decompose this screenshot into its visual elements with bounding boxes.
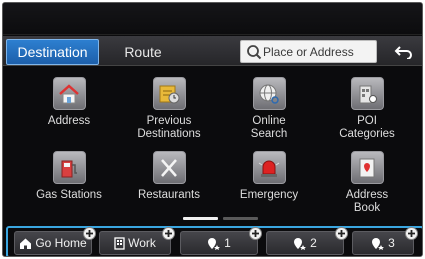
house-icon	[52, 77, 86, 110]
poi-building-icon	[350, 77, 384, 110]
menu-item-emergency[interactable]: Emergency	[225, 151, 313, 202]
back-arrow-icon	[394, 45, 412, 59]
work-button[interactable]: Work	[99, 227, 175, 255]
plus-icon[interactable]	[335, 227, 348, 240]
menu-item-label: Online Search	[250, 115, 288, 140]
page-indicator[interactable]	[223, 217, 258, 220]
favorite-2-button[interactable]: 2	[266, 227, 348, 255]
emergency-light-icon	[252, 151, 286, 184]
favorite-label: Work	[128, 236, 156, 250]
plus-icon[interactable]	[405, 227, 418, 240]
previous-destinations-icon	[152, 77, 186, 110]
address-book-icon	[350, 151, 384, 184]
search-box[interactable]	[240, 40, 377, 63]
page-indicator-active	[183, 217, 218, 220]
favorites-bar: Go Home Work 1 2 3	[6, 226, 422, 256]
menu-item-label: Emergency	[239, 189, 299, 201]
menu-item-label: POI Categories	[339, 115, 395, 140]
back-button[interactable]	[387, 40, 420, 63]
menu-item-gas-stations[interactable]: Gas Stations	[25, 151, 113, 202]
plus-icon[interactable]	[83, 227, 96, 240]
menu-item-label: Gas Stations	[36, 189, 102, 201]
globe-search-icon	[252, 77, 286, 110]
search-input[interactable]	[263, 41, 375, 62]
favorite-pin-icon	[372, 237, 385, 250]
go-home-button[interactable]: Go Home	[14, 227, 96, 255]
menu-item-poi-categories[interactable]: POI Categories	[323, 77, 411, 141]
menu-item-label: Previous Destinations	[137, 115, 201, 140]
office-building-icon	[114, 236, 125, 250]
favorite-label: 2	[310, 236, 317, 250]
plus-icon[interactable]	[162, 227, 175, 240]
tab-destination[interactable]: Destination	[6, 39, 99, 65]
favorite-label: Go Home	[35, 236, 87, 250]
gas-pump-icon	[52, 151, 86, 184]
menu-item-label: Address Book	[345, 189, 389, 214]
favorite-label: 3	[388, 236, 395, 250]
tab-route[interactable]: Route	[103, 39, 183, 65]
fork-knife-icon	[152, 151, 186, 184]
menu-item-label: Restaurants	[137, 189, 200, 201]
menu-item-label: Address	[47, 115, 91, 127]
status-bar	[3, 3, 422, 35]
favorite-1-button[interactable]: 1	[180, 227, 262, 255]
favorite-label: 1	[224, 236, 231, 250]
plus-icon[interactable]	[249, 227, 262, 240]
menu-item-address[interactable]: Address	[25, 77, 113, 128]
favorite-pin-icon	[208, 237, 221, 250]
home-icon	[20, 238, 32, 249]
favorite-pin-icon	[294, 237, 307, 250]
favorite-3-button[interactable]: 3	[352, 227, 418, 255]
search-icon	[247, 45, 262, 60]
menu-item-restaurants[interactable]: Restaurants	[125, 151, 213, 202]
tab-bar: Destination Route	[3, 36, 422, 66]
menu-item-online-search[interactable]: Online Search	[225, 77, 313, 141]
menu-item-address-book[interactable]: Address Book	[323, 151, 411, 215]
menu-item-previous-destinations[interactable]: Previous Destinations	[125, 77, 213, 141]
navigation-screen: Destination Route Address	[2, 2, 423, 257]
